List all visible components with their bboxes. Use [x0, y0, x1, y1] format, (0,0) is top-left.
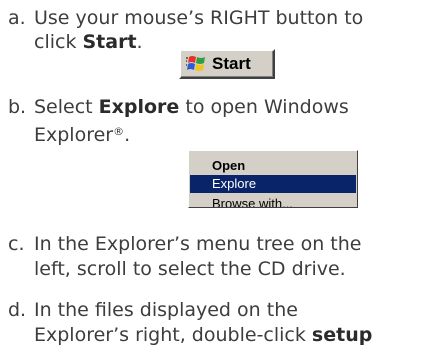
step-text: Explorer’s right, double-click	[34, 324, 312, 346]
step-a-line2: click Start.	[34, 30, 143, 54]
explore-emphasis: Explore	[98, 96, 180, 118]
step-text-line1: In the files displayed on the	[34, 299, 298, 321]
step-letter: b.	[8, 96, 27, 118]
step-text: .	[124, 124, 131, 146]
step-letter: c.	[8, 233, 25, 255]
step-text: .	[136, 31, 143, 53]
step-c-line2: left, scroll to select the CD drive.	[34, 258, 346, 280]
step-letter: d.	[8, 299, 27, 321]
setup-emphasis: setup	[311, 324, 373, 346]
step-text: to open Windows	[179, 96, 349, 118]
context-menu: Open Explore Browse with...	[188, 150, 358, 208]
start-emphasis: Start	[82, 31, 137, 53]
step-d-line2: Explorer’s right, double-click setup	[34, 323, 372, 347]
windows-logo-icon	[186, 54, 208, 74]
step-b-line2: Explorer®.	[34, 120, 130, 147]
menu-item-open[interactable]: Open	[190, 157, 356, 175]
step-text-line1: Use your mouse’s RIGHT button to	[34, 7, 364, 29]
step-letter: a.	[8, 7, 26, 29]
step-text: click	[34, 31, 83, 53]
registered-mark: ®	[113, 125, 125, 138]
step-text-line1: Select Explore to open Windows	[34, 95, 349, 119]
step-text-line1: In the Explorer’s menu tree on the	[34, 233, 362, 255]
start-button[interactable]: Start	[179, 49, 275, 79]
step-text: Select	[34, 96, 99, 118]
start-button-label: Start	[212, 54, 251, 73]
step-text: Explorer	[34, 124, 114, 146]
menu-item-explore[interactable]: Explore	[190, 175, 356, 193]
menu-item-browse-label: Browse with...	[212, 196, 293, 207]
menu-item-browse[interactable]: Browse with...	[190, 195, 356, 207]
